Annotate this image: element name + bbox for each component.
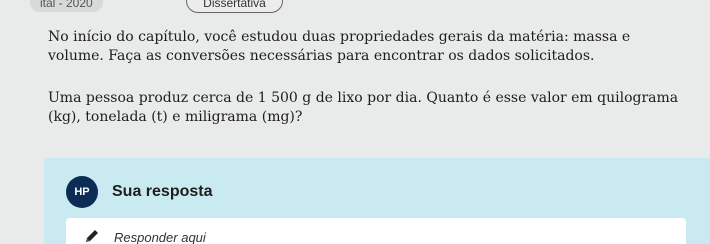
- question-header: ital - 2020 Dissertativa: [0, 0, 710, 18]
- avatar: HP: [66, 176, 98, 208]
- answer-placeholder: Responder aqui: [114, 230, 206, 244]
- answer-heading: Sua resposta: [112, 183, 213, 200]
- source-tag: ital - 2020: [30, 0, 103, 12]
- question-statement: No início do capítulo, você estudou duas…: [48, 28, 688, 127]
- question-prompt: Uma pessoa produz cerca de 1 500 g de li…: [48, 90, 679, 125]
- pencil-icon: [86, 230, 98, 242]
- question-intro: No início do capítulo, você estudou duas…: [48, 29, 631, 64]
- question-type-badge: Dissertativa: [186, 0, 283, 13]
- answer-section: HP Sua resposta Responder aqui: [44, 158, 710, 244]
- answer-field[interactable]: Responder aqui: [66, 218, 686, 244]
